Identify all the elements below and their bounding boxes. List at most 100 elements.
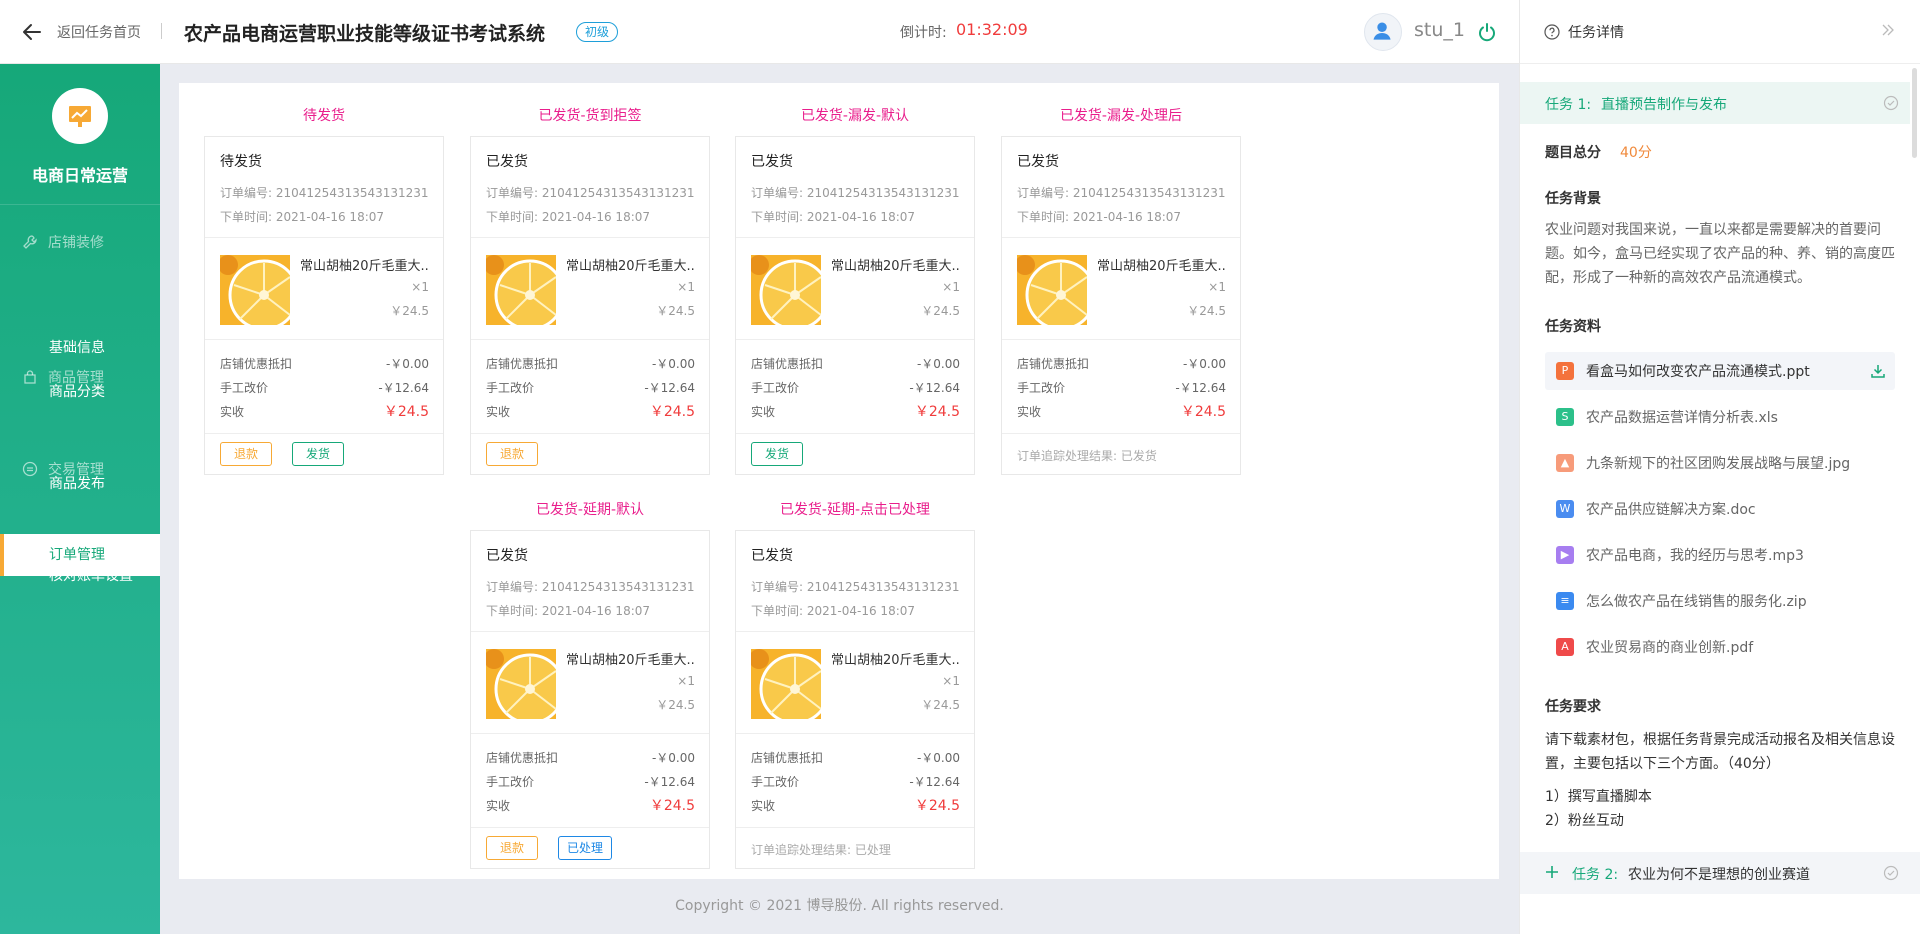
manual-price-label: 手工改价 xyxy=(1017,381,1066,395)
product-name[interactable]: 常山胡柚20斤毛重大... xyxy=(300,255,430,274)
countdown-label: 倒计时: xyxy=(900,25,947,41)
product-name[interactable]: 常山胡柚20斤毛重大... xyxy=(1097,255,1227,274)
task-2-header[interactable]: 任务 2: 农业为何不是理想的创业赛道 xyxy=(1520,852,1920,894)
actual-label: 实收 xyxy=(751,799,776,813)
material-file-item[interactable]: A 农业贸易商的商业创新.pdf xyxy=(1545,628,1895,666)
divider xyxy=(736,631,974,632)
header-divider xyxy=(161,23,162,39)
divider xyxy=(471,237,709,238)
discount-value: -￥0.00 xyxy=(651,357,695,371)
material-file-item[interactable]: S 农产品数据运营详情分析表.xls xyxy=(1545,398,1895,436)
back-to-tasks-link[interactable]: 返回任务首页 xyxy=(57,22,141,42)
product-name[interactable]: 常山胡柚20斤毛重大... xyxy=(831,649,961,668)
product-price: ￥24.5 xyxy=(656,304,695,318)
manual-price-label: 手工改价 xyxy=(751,381,800,395)
sidebar-item-basic-info[interactable]: 基础信息 xyxy=(0,327,160,369)
refund-button[interactable]: 退款 xyxy=(486,836,539,860)
actual-label: 实收 xyxy=(486,405,511,419)
ship-button[interactable]: 发货 xyxy=(751,442,804,466)
manual-price-value: -￥12.64 xyxy=(644,381,695,395)
download-icon[interactable] xyxy=(1869,362,1887,380)
discount-label: 店铺优惠抵扣 xyxy=(751,357,824,371)
material-file-name: 农产品供应链解决方案.doc xyxy=(1586,502,1756,518)
material-file-item[interactable]: ≡ 怎么做农产品在线销售的服务化.zip xyxy=(1545,582,1895,620)
user-avatar[interactable] xyxy=(1364,13,1402,51)
order-content-area: 待发货 待发货 订单编号: 21041254313543131231 下单时间: 20… xyxy=(179,83,1499,879)
discount-value: -￥0.00 xyxy=(1182,357,1226,371)
actual-value: ￥24.5 xyxy=(649,798,695,814)
order-card: 已发货 订单编号: 21041254313543131231 下单时间: 2021-… xyxy=(735,530,975,869)
divider xyxy=(205,339,443,340)
divider xyxy=(205,237,443,238)
ship-button[interactable]: 发货 xyxy=(292,442,345,466)
plus-icon xyxy=(1546,866,1558,878)
task-detail-panel: 任务详情 任务 1: 直播预告制作与发布 题目总分 40分 任务背景 农业问题对… xyxy=(1519,0,1920,934)
panel-title: 任务详情 xyxy=(1568,25,1624,41)
actual-value: ￥24.5 xyxy=(649,404,695,420)
divider xyxy=(736,733,974,734)
order-column-title: 已发货-延期-默认 xyxy=(535,502,645,518)
order-time: 下单时间: 2021-04-16 18:07 xyxy=(751,210,916,224)
sidebar-group-label: 交易管理 xyxy=(48,462,104,478)
discount-value: -￥0.00 xyxy=(916,357,960,371)
manual-price-value: -￥12.64 xyxy=(378,381,429,395)
task-1-header[interactable]: 任务 1: 直播预告制作与发布 xyxy=(1520,82,1910,124)
panel-scrollbar[interactable] xyxy=(1912,68,1917,158)
product-price: ￥24.5 xyxy=(921,698,960,712)
doc-icon: W xyxy=(1556,500,1574,518)
material-file-item[interactable]: ▲ 九条新规下的社区团购发展战略与展望.jpg xyxy=(1545,444,1895,482)
material-file-item[interactable]: W 农产品供应链解决方案.doc xyxy=(1545,490,1895,528)
order-time: 下单时间: 2021-04-16 18:07 xyxy=(751,604,916,618)
divider xyxy=(1002,237,1240,238)
material-file-name: 农产品数据运营详情分析表.xls xyxy=(1586,410,1778,426)
product-price: ￥24.5 xyxy=(1187,304,1226,318)
double-chevron-right-icon[interactable] xyxy=(1880,22,1896,38)
xls-icon: S xyxy=(1556,408,1574,426)
material-file-name: 看盒马如何改变农产品流通模式.ppt xyxy=(1586,364,1810,380)
requirements-label: 任务要求 xyxy=(1545,699,1601,715)
product-quantity: ×1 xyxy=(677,280,695,294)
discount-label: 店铺优惠抵扣 xyxy=(1017,357,1090,371)
power-icon[interactable] xyxy=(1477,22,1497,42)
check-circle-icon xyxy=(1883,95,1899,111)
username: stu_1 xyxy=(1414,19,1465,41)
system-title: 农产品电商运营职业技能等级证书考试系统 xyxy=(184,23,546,45)
processed-button[interactable]: 已处理 xyxy=(558,836,613,860)
material-file-name: 农业贸易商的商业创新.pdf xyxy=(1586,640,1754,656)
material-file-item[interactable]: ▶ 农产品电商，我的经历与思考.mp3 xyxy=(1545,536,1895,574)
material-file-name: 怎么做农产品在线销售的服务化.zip xyxy=(1586,594,1807,610)
product-image xyxy=(751,649,821,719)
top-header: 返回任务首页 农产品电商运营职业技能等级证书考试系统 初级 倒计时: 01:32… xyxy=(0,0,1519,64)
order-number: 订单编号: 21041254313543131231 xyxy=(751,186,960,200)
material-file-item[interactable]: P 看盒马如何改变农产品流通模式.ppt xyxy=(1545,352,1895,390)
task-1-label: 任务 1: xyxy=(1545,97,1592,113)
actual-value: ￥24.5 xyxy=(383,404,429,420)
order-status: 已发货 xyxy=(486,154,528,170)
product-name[interactable]: 常山胡柚20斤毛重大... xyxy=(566,649,696,668)
discount-label: 店铺优惠抵扣 xyxy=(751,751,824,765)
sidebar: 电商日常运营 店铺装修 基础信息 商品分类 商品管理 商品发布 交易管理 核对账… xyxy=(0,64,160,934)
discount-label: 店铺优惠抵扣 xyxy=(486,357,559,371)
order-column-title: 待发货 xyxy=(303,108,345,124)
order-number: 订单编号: 21041254313543131231 xyxy=(1017,186,1226,200)
manual-price-value: -￥12.64 xyxy=(1175,381,1226,395)
actual-label: 实收 xyxy=(220,405,245,419)
sidebar-item-order-management[interactable]: 订单管理 xyxy=(0,534,160,576)
refund-button[interactable]: 退款 xyxy=(220,442,273,466)
discount-value: -￥0.00 xyxy=(385,357,429,371)
order-status: 已发货 xyxy=(486,548,528,564)
order-time: 下单时间: 2021-04-16 18:07 xyxy=(486,604,651,618)
product-name[interactable]: 常山胡柚20斤毛重大... xyxy=(566,255,696,274)
sidebar-brand: 电商日常运营 xyxy=(31,166,128,185)
refund-button[interactable]: 退款 xyxy=(486,442,539,466)
product-image xyxy=(1017,255,1087,325)
order-column-title: 已发货-漏发-默认 xyxy=(800,108,910,124)
order-number: 订单编号: 21041254313543131231 xyxy=(220,186,429,200)
jpg-icon: ▲ xyxy=(1556,454,1574,472)
order-time: 下单时间: 2021-04-16 18:07 xyxy=(1017,210,1182,224)
back-arrow-icon[interactable] xyxy=(20,20,44,44)
task-1-title: 直播预告制作与发布 xyxy=(1601,97,1727,113)
product-name[interactable]: 常山胡柚20斤毛重大... xyxy=(831,255,961,274)
manual-price-label: 手工改价 xyxy=(486,381,535,395)
task-2-label: 任务 2: xyxy=(1572,867,1619,883)
